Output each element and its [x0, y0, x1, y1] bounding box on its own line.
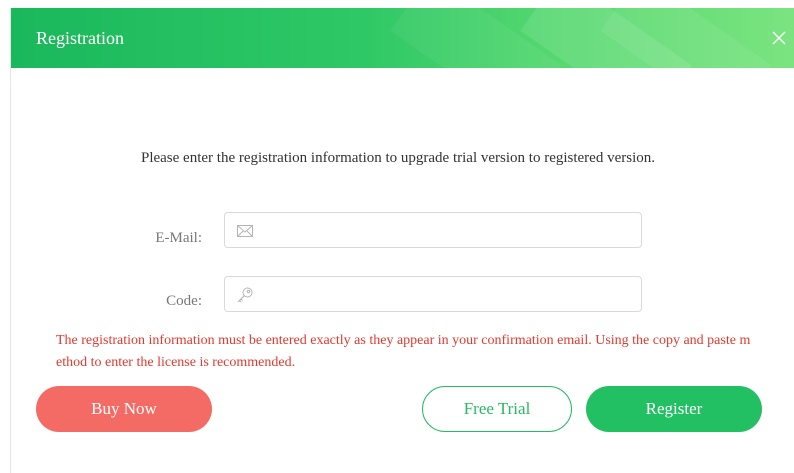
register-button[interactable]: Register: [586, 386, 762, 432]
mail-icon: [236, 222, 254, 240]
code-input[interactable]: [265, 277, 639, 313]
dialog-title: Registration: [36, 28, 124, 48]
close-icon[interactable]: [769, 28, 789, 48]
email-label: E-Mail:: [155, 230, 202, 246]
registration-notice: The registration information must be ent…: [56, 333, 751, 370]
free-trial-button[interactable]: Free Trial: [422, 386, 572, 432]
email-field[interactable]: [224, 212, 642, 249]
email-input[interactable]: [265, 213, 639, 249]
code-label: Code:: [166, 293, 202, 309]
buy-now-button[interactable]: Buy Now: [36, 386, 212, 432]
dialog-header: Registration: [11, 8, 794, 68]
code-field[interactable]: [224, 276, 642, 313]
intro-text: Please enter the registration informatio…: [140, 150, 655, 166]
key-icon: [236, 286, 254, 304]
